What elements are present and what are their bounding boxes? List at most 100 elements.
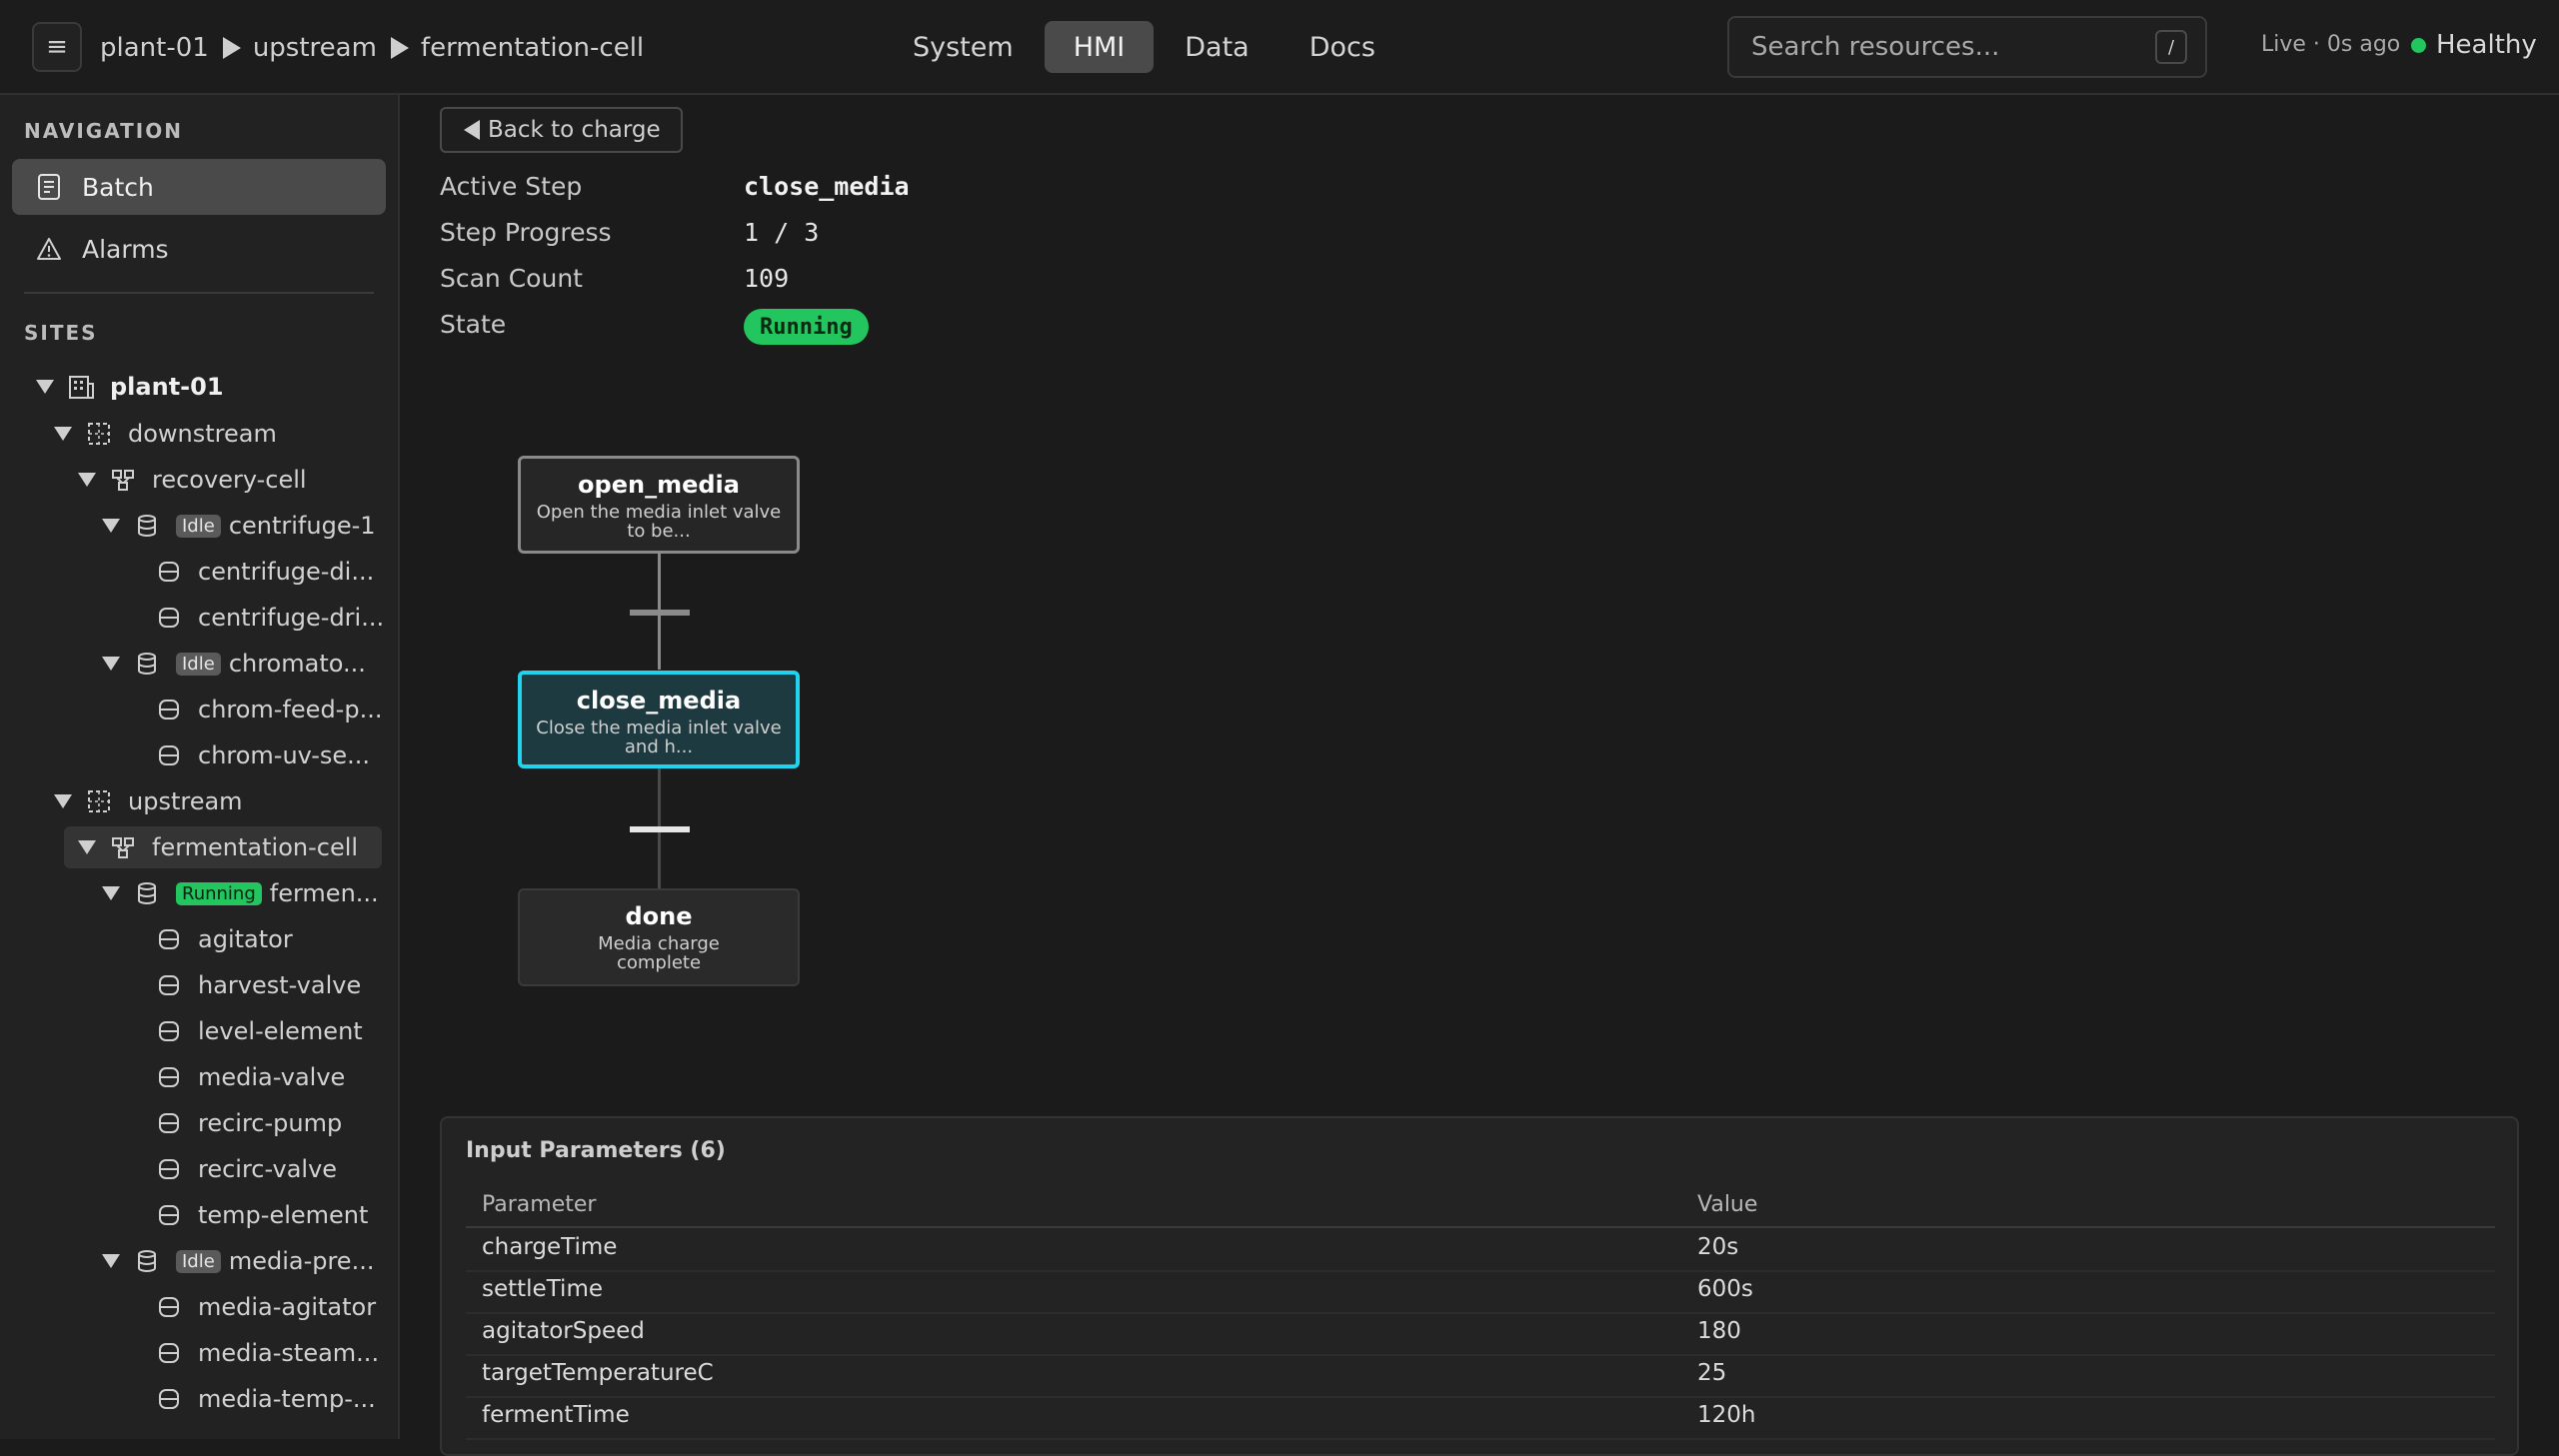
table-row: fermentTime 120h (466, 1396, 2495, 1440)
search-input[interactable] (1749, 31, 2133, 63)
unit-icon (134, 880, 160, 906)
tree-item-equipment[interactable]: harvest-valve (156, 964, 361, 1006)
status-badge: Running (176, 881, 262, 905)
chevron-down-icon[interactable] (102, 519, 120, 533)
top-bar: ≡ plant-01 upstream fermentation-cell Sy… (0, 0, 2559, 95)
tree-item-equipment[interactable]: media-valve (156, 1056, 345, 1098)
chevron-down-icon[interactable] (102, 1254, 120, 1268)
table-header: Parameter Value (466, 1184, 2495, 1228)
tree-label: fermentation-cell (152, 833, 359, 861)
equipment-icon (156, 742, 182, 768)
tree-label: fermen... (269, 879, 379, 907)
param-name: fermentTime (482, 1402, 630, 1428)
chevron-down-icon[interactable] (36, 380, 54, 394)
unit-icon (134, 651, 160, 677)
breadcrumb-item-site[interactable]: plant-01 (100, 33, 209, 63)
sidebar-item-label: Batch (82, 172, 154, 202)
chevron-down-icon[interactable] (54, 427, 72, 441)
back-to-charge-button[interactable]: Back to charge (440, 107, 683, 153)
param-name: targetTemperatureC (482, 1360, 714, 1386)
status-badge: Idle (176, 1249, 221, 1273)
tree-item-fermentation-cell[interactable]: fermentation-cell (64, 826, 382, 868)
step-close-media[interactable]: close_media Close the media inlet valve … (518, 671, 800, 768)
tree-item-equipment[interactable]: level-element (156, 1010, 363, 1052)
tree-item-equipment[interactable]: temp-element (156, 1194, 368, 1236)
menu-button[interactable]: ≡ (32, 22, 82, 72)
state-badge: Running (744, 309, 869, 345)
tree-item-fermenter[interactable]: Running fermen... (102, 872, 379, 914)
chevron-down-icon[interactable] (54, 794, 72, 808)
tree-item-chromatography[interactable]: Idle chromato... (102, 643, 366, 685)
step-description: Open the media inlet valve to be... (536, 502, 782, 542)
tree-item-equipment[interactable]: centrifuge-dri... (156, 597, 384, 639)
tree-label: level-element (198, 1017, 363, 1045)
tab-hmi[interactable]: HMI (1044, 21, 1155, 73)
transition-bar-active (630, 826, 690, 832)
sidebar-divider (24, 292, 374, 294)
param-value: 20s (1697, 1234, 1739, 1260)
sidebar-item-alarms[interactable]: Alarms (12, 221, 386, 277)
step-open-media[interactable]: open_media Open the media inlet valve to… (518, 456, 800, 554)
tree-item-equipment[interactable]: chrom-feed-p... (156, 689, 382, 730)
tree-item-equipment[interactable]: recirc-pump (156, 1102, 342, 1144)
tree-item-equipment[interactable]: media-steam... (156, 1332, 379, 1374)
tree-item-downstream[interactable]: downstream (54, 413, 277, 455)
panel-title: Input Parameters (6) (466, 1138, 726, 1163)
tree-item-equipment[interactable]: media-agitator (156, 1286, 376, 1328)
tree-item-upstream[interactable]: upstream (54, 780, 243, 822)
tree-label: chrom-uv-se... (198, 741, 371, 769)
state-label: State (440, 310, 507, 339)
chevron-down-icon[interactable] (78, 473, 96, 487)
param-value: 180 (1697, 1318, 1741, 1344)
equipment-icon (156, 1202, 182, 1228)
param-value: 600s (1697, 1276, 1753, 1302)
breadcrumb: plant-01 upstream fermentation-cell (100, 0, 644, 95)
tree-item-equipment[interactable]: recirc-valve (156, 1148, 337, 1190)
tree-label: recirc-pump (198, 1109, 343, 1137)
breadcrumb-item-cell[interactable]: fermentation-cell (421, 33, 644, 63)
tree-item-media-prep[interactable]: Idle media-pre... (102, 1240, 374, 1282)
tab-data[interactable]: Data (1156, 21, 1278, 73)
sidebar-item-batch[interactable]: Batch (12, 159, 386, 215)
active-step-value: close_media (744, 172, 910, 201)
equipment-icon (156, 559, 182, 585)
health-label: Healthy (2436, 30, 2537, 60)
tree-label: chromato... (228, 650, 366, 678)
equipment-icon (156, 697, 182, 723)
sidebar-item-label: Alarms (82, 234, 169, 264)
chevron-down-icon[interactable] (78, 840, 96, 854)
tree-label: recovery-cell (152, 466, 307, 494)
nav-section-title: NAVIGATION (24, 119, 183, 143)
param-name: chargeTime (482, 1234, 618, 1260)
column-header-value: Value (1697, 1192, 1758, 1217)
tree-item-equipment[interactable]: media-temp-... (156, 1378, 376, 1420)
equipment-icon (156, 926, 182, 952)
table-row: settleTime 600s (466, 1270, 2495, 1314)
tab-docs[interactable]: Docs (1280, 21, 1404, 73)
tree-item-centrifuge-1[interactable]: Idle centrifuge-1 (102, 505, 376, 547)
tree-item-plant-01[interactable]: plant-01 (36, 366, 224, 408)
step-name: open_media (578, 471, 740, 499)
chevron-down-icon[interactable] (102, 886, 120, 900)
tab-system[interactable]: System (884, 21, 1043, 73)
column-header-parameter: Parameter (482, 1192, 597, 1217)
unit-icon (134, 513, 160, 539)
tree-item-equipment[interactable]: centrifuge-di... (156, 551, 374, 593)
chevron-down-icon[interactable] (102, 657, 120, 671)
transition-bar (630, 610, 690, 616)
input-parameters-panel: Input Parameters (6) Parameter Value cha… (440, 1116, 2519, 1456)
tree-item-equipment[interactable]: agitator (156, 918, 293, 960)
active-step-label: Active Step (440, 172, 583, 201)
status-dot-icon (2411, 37, 2426, 53)
tree-item-equipment[interactable]: chrom-uv-se... (156, 734, 370, 776)
tree-label: centrifuge-1 (228, 512, 376, 540)
cell-icon (110, 834, 136, 860)
step-done[interactable]: done Media charge complete (518, 888, 800, 986)
building-icon (68, 374, 94, 400)
tree-label: media-pre... (228, 1247, 375, 1275)
tree-label: chrom-feed-p... (198, 696, 383, 724)
search-box: / (1727, 16, 2207, 78)
step-progress-value: 1 / 3 (744, 218, 820, 247)
breadcrumb-item-area[interactable]: upstream (253, 33, 377, 63)
tree-item-recovery-cell[interactable]: recovery-cell (78, 459, 307, 501)
